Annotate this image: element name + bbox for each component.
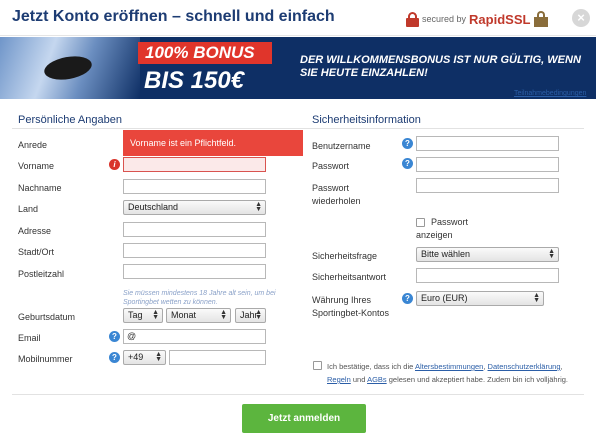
monat-value: Monat: [171, 310, 197, 320]
label-waehrung-2: Sportingbet-Kontos: [312, 308, 390, 318]
error-icon: i: [109, 159, 120, 170]
bonus-amount: BIS 150€: [144, 67, 245, 94]
select-arrows-icon: ▲ ▼: [533, 292, 540, 304]
close-button[interactable]: ×: [572, 9, 590, 27]
select-arrows-icon: ▲ ▼: [155, 351, 162, 363]
label-waehrung-1: Währung Ihres: [312, 295, 372, 305]
top-divider: [12, 128, 584, 129]
jahr-select[interactable]: Jahr ▲ ▼: [235, 308, 266, 323]
select-arrows-icon: ▲ ▼: [220, 309, 227, 321]
monat-select[interactable]: Monat ▲ ▼: [166, 308, 231, 323]
plz-field[interactable]: [123, 264, 266, 279]
label-land: Land: [18, 204, 39, 214]
label-passwort: Passwort: [312, 161, 350, 171]
sicherheitsantwort-field[interactable]: [416, 268, 559, 283]
vorwahl-value: +49: [128, 352, 144, 362]
select-arrows-icon: ▲ ▼: [255, 309, 262, 321]
vorname-field[interactable]: [123, 157, 266, 172]
age-rules-link[interactable]: Altersbestimmungen: [415, 362, 483, 371]
ssl-brand: RapidSSL: [469, 11, 531, 27]
label-plz: Postleitzahl: [18, 269, 65, 279]
label-nachname: Nachname: [18, 183, 62, 193]
show-password-checkbox[interactable]: [416, 218, 425, 227]
tag-value: Tag: [128, 310, 143, 320]
privacy-link[interactable]: Datenschutzerklärung: [488, 362, 561, 371]
select-arrows-icon: ▲ ▼: [548, 248, 555, 260]
label-email: Email: [18, 333, 41, 343]
adresse-field[interactable]: [123, 222, 266, 237]
help-icon[interactable]: ?: [402, 158, 413, 169]
terms-checkbox[interactable]: [313, 361, 322, 370]
ssl-badge: secured by RapidSSL: [406, 10, 549, 28]
security-info-title: Sicherheitsinformation: [312, 114, 421, 126]
submit-button[interactable]: Jetzt anmelden: [242, 404, 366, 433]
rules-link[interactable]: Regeln: [327, 375, 351, 384]
bonus-message: DER WILLKOMMENSBONUS IST NUR GÜLTIG, WEN…: [300, 54, 581, 79]
personal-info-title: Persönliche Angaben: [18, 114, 122, 126]
label-geburtsdatum: Geburtsdatum: [18, 312, 76, 322]
terms-conditions-link[interactable]: Teilnahmebedingungen: [514, 90, 586, 97]
mobil-field[interactable]: [169, 350, 266, 365]
label-sicherheitsantwort: Sicherheitsantwort: [312, 272, 387, 282]
error-tooltip: Vorname ist ein Pflichtfeld.: [123, 130, 303, 156]
label-benutzername: Benutzername: [312, 141, 371, 151]
nachname-field[interactable]: [123, 179, 266, 194]
label-passwort-wiederholen-2: wiederholen: [312, 196, 361, 206]
label-sicherheitsfrage: Sicherheitsfrage: [312, 251, 378, 261]
waehrung-value: Euro (EUR): [421, 293, 468, 303]
benutzername-field[interactable]: [416, 136, 559, 151]
sicherheitsfrage-select[interactable]: Bitte wählen ▲ ▼: [416, 247, 559, 262]
passwort-field[interactable]: [416, 157, 559, 172]
vorwahl-select[interactable]: +49 ▲ ▼: [123, 350, 166, 365]
bottom-divider: [12, 394, 584, 395]
email-field[interactable]: @: [123, 329, 266, 344]
stadt-field[interactable]: [123, 243, 266, 258]
select-arrows-icon: ▲ ▼: [152, 309, 159, 321]
label-stadt: Stadt/Ort: [18, 247, 55, 257]
terms-pre: Ich bestätige, dass ich die: [327, 362, 415, 371]
terms-text: Ich bestätige, dass ich die Altersbestim…: [327, 360, 577, 386]
label-anrede: Anrede: [18, 140, 48, 150]
label-show-password-1: Passwort: [431, 217, 469, 227]
terms-post: gelesen und akzeptiert habe. Zudem bin i…: [386, 375, 569, 384]
label-adresse: Adresse: [18, 226, 52, 236]
age-note: Sie müssen mindestens 18 Jahre alt sein,…: [123, 290, 276, 306]
page-title: Jetzt Konto eröffnen – schnell und einfa…: [12, 8, 335, 25]
select-arrows-icon: ▲ ▼: [255, 201, 262, 213]
padlock-icon: [534, 11, 549, 27]
label-show-password-2: anzeigen: [416, 230, 453, 240]
lock-icon: [406, 11, 419, 27]
agb-link[interactable]: AGBs: [367, 375, 387, 384]
help-icon[interactable]: ?: [402, 293, 413, 304]
label-vorname: Vorname: [18, 161, 55, 171]
land-value: Deutschland: [128, 202, 179, 212]
waehrung-select[interactable]: Euro (EUR) ▲ ▼: [416, 291, 544, 306]
help-icon[interactable]: ?: [109, 352, 120, 363]
bonus-headline: 100% BONUS: [138, 42, 272, 64]
land-select[interactable]: Deutschland ▲ ▼: [123, 200, 266, 215]
label-passwort-wiederholen-1: Passwort: [312, 183, 350, 193]
terms-mid: und: [350, 375, 368, 384]
terms-sep: ,: [560, 362, 563, 371]
header: Jetzt Konto eröffnen – schnell und einfa…: [0, 0, 596, 36]
sicherheitsfrage-value: Bitte wählen: [421, 249, 471, 259]
help-icon[interactable]: ?: [109, 331, 120, 342]
tag-select[interactable]: Tag ▲ ▼: [123, 308, 163, 323]
passwort-wiederholen-field[interactable]: [416, 178, 559, 193]
help-icon[interactable]: ?: [402, 138, 413, 149]
label-mobil: Mobilnummer: [18, 354, 73, 364]
secured-by-text: secured by: [422, 14, 467, 24]
bonus-banner: 100% BONUS BIS 150€ DER WILLKOMMENSBONUS…: [0, 37, 596, 99]
